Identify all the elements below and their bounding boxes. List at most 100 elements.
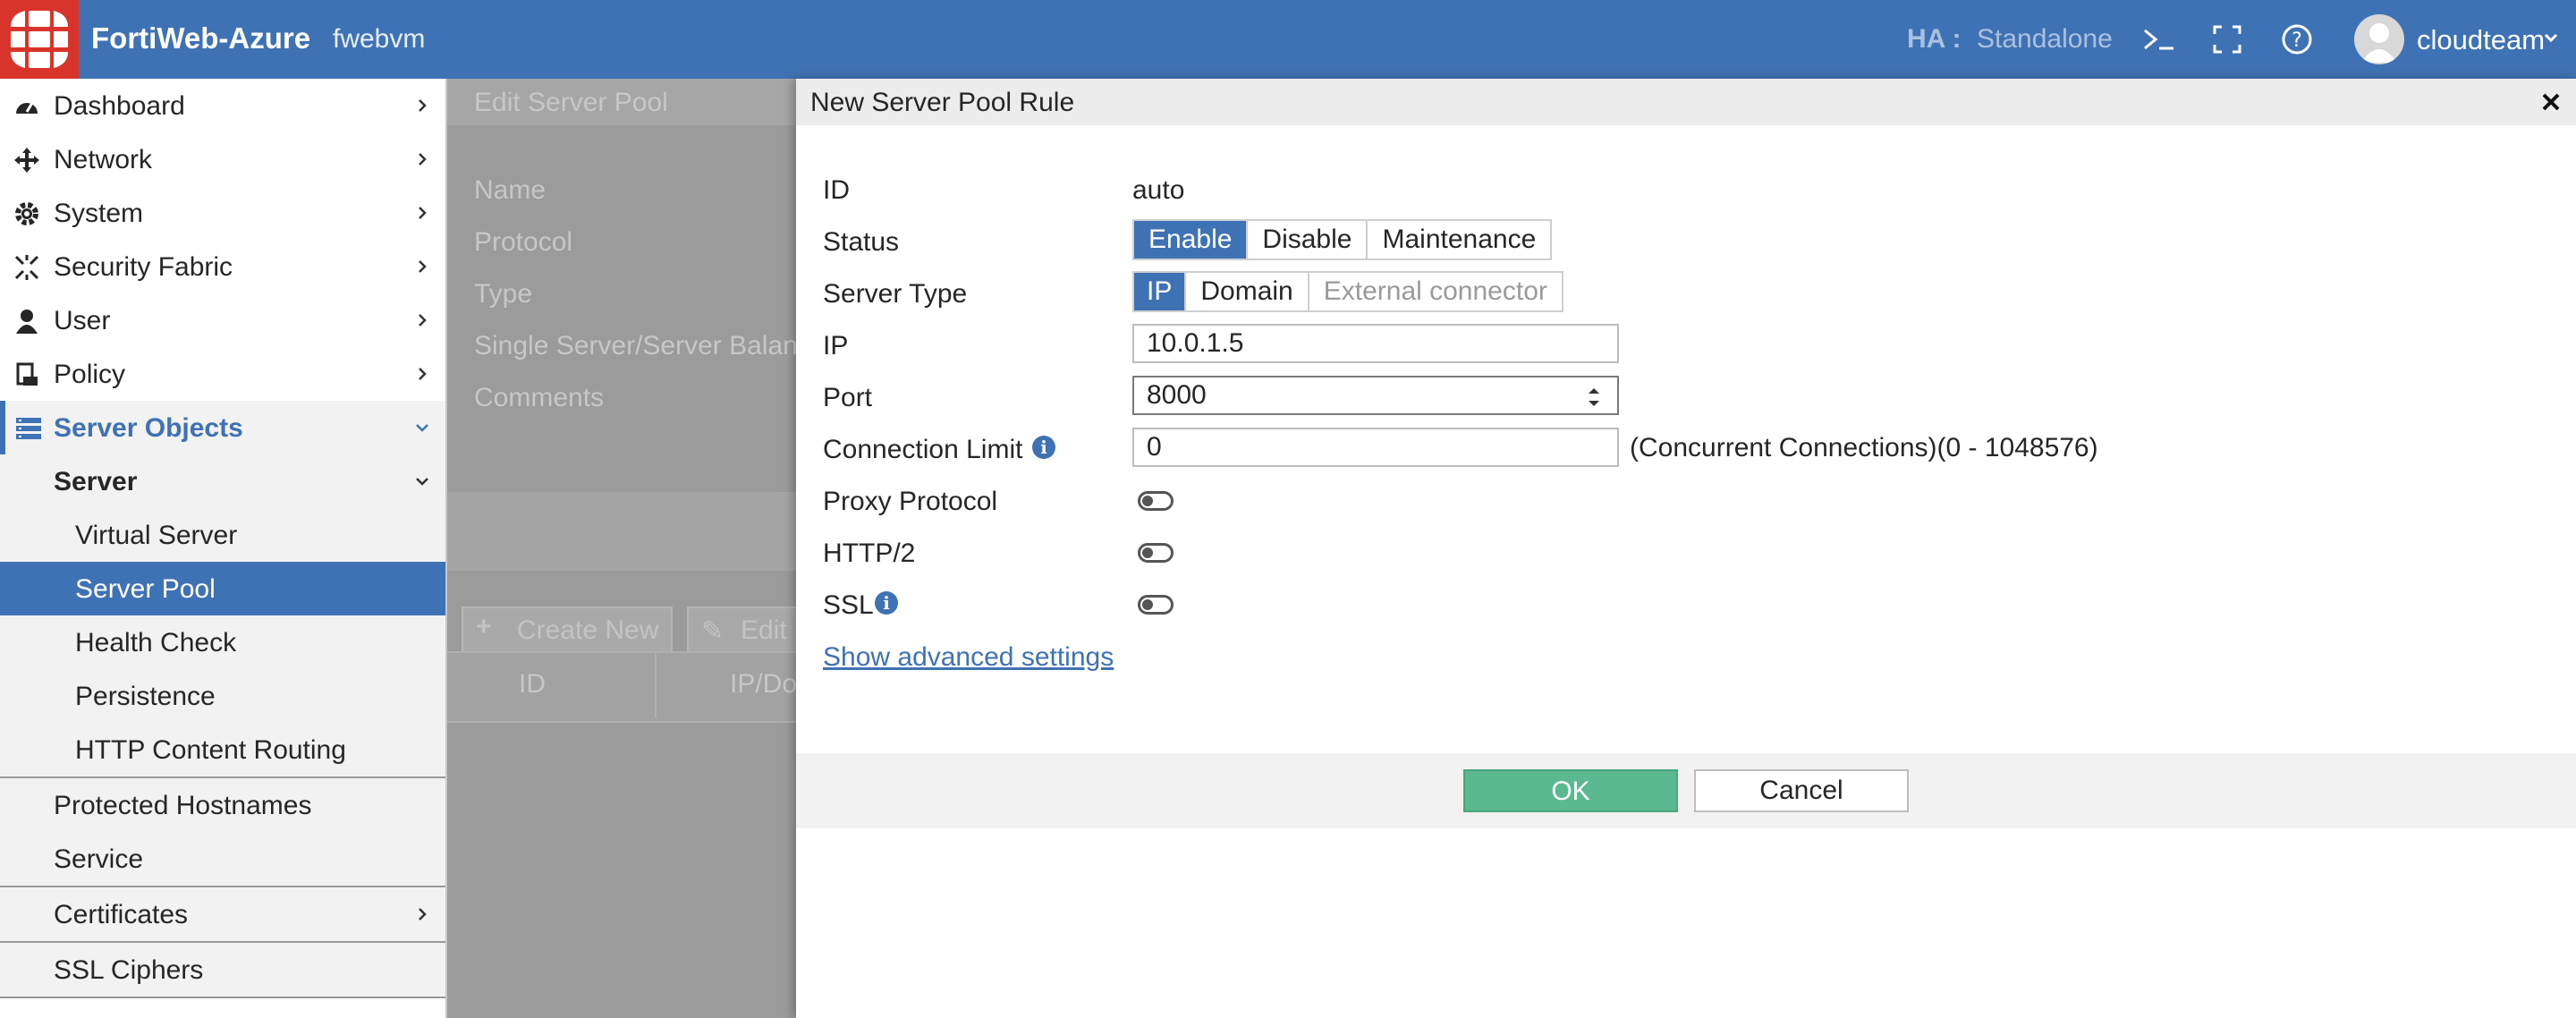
network-icon bbox=[14, 148, 39, 173]
port-stepper-icon[interactable] bbox=[1576, 379, 1612, 415]
chevron-right-icon bbox=[419, 99, 427, 112]
field-label-type: Type bbox=[474, 279, 533, 309]
toggle-knob bbox=[1142, 496, 1153, 506]
field-label-protocol: Protocol bbox=[474, 227, 573, 257]
ssl-label: SSL bbox=[823, 590, 874, 620]
connection-limit-input[interactable] bbox=[1132, 428, 1619, 467]
sidebar-item-label: Server bbox=[54, 467, 138, 496]
chevron-down-icon bbox=[416, 424, 428, 432]
dialog-title: New Server Pool Rule bbox=[810, 88, 1075, 117]
sidebar-item-http-content-routing[interactable]: HTTP Content Routing bbox=[0, 723, 445, 776]
info-icon[interactable]: i bbox=[1032, 436, 1055, 459]
divider bbox=[0, 997, 445, 998]
close-icon[interactable] bbox=[2540, 91, 2562, 113]
ha-label: HA : bbox=[1907, 24, 1962, 54]
dashboard-icon bbox=[16, 102, 38, 114]
sidebar-item-system[interactable]: System bbox=[0, 186, 445, 240]
column-header-id: ID bbox=[519, 669, 546, 699]
field-label-single-server: Single Server/Server Balance bbox=[474, 331, 796, 361]
ssl-toggle[interactable] bbox=[1138, 595, 1174, 615]
top-bar: FortiWeb-Azure fwebvm HA : Standalone ? … bbox=[0, 0, 2576, 79]
chevron-right-icon bbox=[419, 908, 427, 920]
ip-input[interactable] bbox=[1132, 324, 1619, 363]
user-icon bbox=[16, 310, 38, 334]
svg-text:?: ? bbox=[2292, 30, 2302, 52]
dialog-header: New Server Pool Rule bbox=[796, 79, 2576, 125]
section-band bbox=[447, 492, 796, 571]
port-label: Port bbox=[823, 383, 873, 412]
cancel-button[interactable]: Cancel bbox=[1694, 769, 1909, 812]
sidebar-item-label: HTTP Content Routing bbox=[75, 735, 346, 765]
chevron-down-icon[interactable] bbox=[2542, 29, 2560, 47]
ok-button[interactable]: OK bbox=[1463, 769, 1678, 812]
create-new-button[interactable]: + Create New bbox=[462, 607, 673, 655]
sidebar-item-server-pool[interactable]: Server Pool bbox=[0, 562, 445, 615]
port-input[interactable] bbox=[1132, 376, 1619, 415]
id-label: ID bbox=[823, 175, 850, 205]
server-type-ip-button[interactable]: IP bbox=[1134, 273, 1187, 310]
connection-limit-hint: (Concurrent Connections)(0 - 1048576) bbox=[1630, 433, 2098, 462]
sidebar-item-security-fabric[interactable]: Security Fabric bbox=[0, 240, 445, 293]
chevron-down-icon bbox=[416, 478, 428, 486]
sidebar-item-label: Server Objects bbox=[54, 413, 243, 443]
app-title: FortiWeb-Azure bbox=[91, 21, 311, 55]
chevron-right-icon bbox=[419, 260, 427, 273]
chevron-right-icon bbox=[419, 153, 427, 165]
sidebar-item-policy[interactable]: Policy bbox=[0, 347, 445, 401]
fullscreen-icon[interactable] bbox=[2207, 20, 2247, 59]
sidebar-item-label: User bbox=[54, 306, 111, 335]
status-selector: Enable Disable Maintenance bbox=[1132, 219, 1553, 260]
status-maintenance-button[interactable]: Maintenance bbox=[1368, 221, 1551, 259]
edit-server-pool-page: Edit Server Pool Name Protocol Type Sing… bbox=[447, 79, 796, 1018]
edit-button[interactable]: ✎ Edit bbox=[687, 607, 796, 655]
sidebar-item-user[interactable]: User bbox=[0, 293, 445, 347]
sidebar-item-ssl-ciphers[interactable]: SSL Ciphers bbox=[0, 943, 445, 997]
chevron-right-icon bbox=[419, 314, 427, 327]
status-disable-button[interactable]: Disable bbox=[1248, 221, 1368, 259]
sidebar-item-service[interactable]: Service bbox=[0, 832, 445, 886]
sidebar-item-label: Certificates bbox=[54, 900, 189, 929]
sidebar-item-label: Policy bbox=[54, 360, 126, 389]
fortinet-logo-icon[interactable] bbox=[0, 0, 79, 79]
plus-icon: + bbox=[476, 612, 492, 641]
field-label-comments: Comments bbox=[474, 383, 605, 412]
proxy-protocol-toggle[interactable] bbox=[1138, 491, 1174, 511]
sidebar-item-virtual-server[interactable]: Virtual Server bbox=[0, 508, 445, 562]
server-type-external-connector-button[interactable]: External connector bbox=[1309, 273, 1562, 310]
gear-icon bbox=[15, 202, 38, 225]
help-icon[interactable]: ? bbox=[2277, 20, 2317, 59]
show-advanced-settings-link[interactable]: Show advanced settings bbox=[823, 642, 1114, 673]
field-label-name: Name bbox=[474, 175, 547, 205]
user-menu[interactable]: cloudteam bbox=[2417, 24, 2545, 56]
sidebar-item-health-check[interactable]: Health Check bbox=[0, 615, 445, 669]
proxy-protocol-label: Proxy Protocol bbox=[823, 487, 998, 516]
avatar-icon[interactable] bbox=[2354, 14, 2404, 64]
status-enable-button[interactable]: Enable bbox=[1134, 221, 1249, 259]
sidebar-item-label: Dashboard bbox=[54, 91, 185, 121]
server-type-domain-button[interactable]: Domain bbox=[1186, 273, 1309, 310]
server-icon bbox=[16, 418, 41, 439]
create-new-label: Create New bbox=[517, 615, 659, 645]
ha-status: Standalone bbox=[1977, 24, 2113, 54]
sidebar-item-server[interactable]: Server bbox=[0, 454, 445, 508]
chevron-right-icon bbox=[419, 207, 427, 219]
sidebar-item-network[interactable]: Network bbox=[0, 132, 445, 186]
sidebar-item-server-objects[interactable]: Server Objects bbox=[0, 401, 445, 454]
sidebar-item-protected-hostnames[interactable]: Protected Hostnames bbox=[0, 778, 445, 832]
sidebar: Dashboard Network System Security Fabric… bbox=[0, 79, 447, 1018]
id-value: auto bbox=[1132, 175, 1185, 205]
status-label: Status bbox=[823, 227, 900, 257]
chevron-right-icon bbox=[419, 368, 427, 380]
sidebar-item-dashboard[interactable]: Dashboard bbox=[0, 79, 445, 132]
http2-toggle[interactable] bbox=[1138, 543, 1174, 563]
hostname: fwebvm bbox=[333, 24, 426, 54]
policy-icon bbox=[16, 362, 38, 386]
toggle-knob bbox=[1142, 599, 1153, 610]
sidebar-item-label: Server Pool bbox=[75, 574, 216, 604]
info-icon[interactable]: i bbox=[875, 591, 898, 615]
cli-icon[interactable] bbox=[2140, 20, 2179, 59]
sidebar-item-persistence[interactable]: Persistence bbox=[0, 669, 445, 723]
sidebar-item-label: Persistence bbox=[75, 682, 216, 711]
sidebar-item-certificates[interactable]: Certificates bbox=[0, 887, 445, 941]
new-server-pool-rule-dialog: New Server Pool Rule ID auto Status Enab… bbox=[796, 79, 2576, 1018]
